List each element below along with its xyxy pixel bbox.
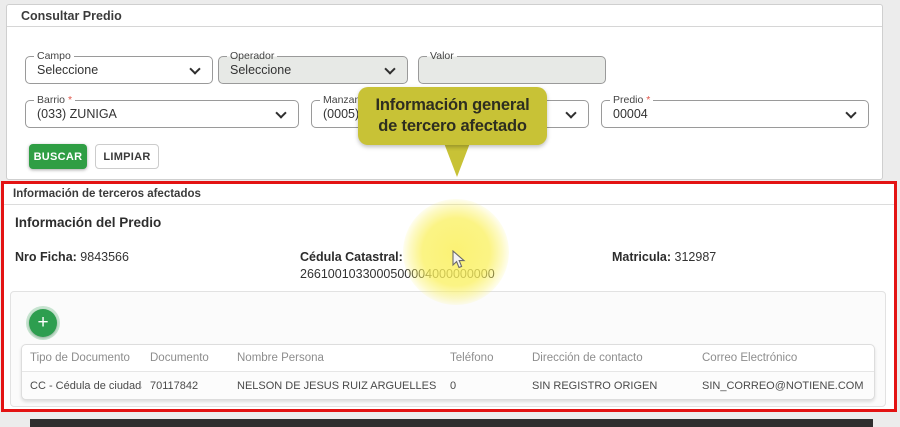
cell-telefono: 0 xyxy=(442,380,524,392)
matricula: Matricula: 312987 xyxy=(612,250,716,264)
col-header-documento: Documento xyxy=(142,352,229,364)
consultar-predio-title: Consultar Predio xyxy=(7,5,882,27)
tooltip-arrow xyxy=(444,143,470,177)
predio-select[interactable]: Predio * 00004 xyxy=(601,100,869,128)
cedula-catastral-label: Cédula Catastral: xyxy=(300,250,403,264)
barrio-label: Barrio * xyxy=(34,94,75,107)
chevron-down-icon xyxy=(845,107,856,118)
required-asterisk: * xyxy=(68,94,72,106)
required-asterisk: * xyxy=(646,94,650,106)
tooltip-text-line1: Información general xyxy=(376,95,530,116)
valor-input[interactable]: Valor xyxy=(418,56,606,84)
predio-label: Predio * xyxy=(610,94,653,107)
terceros-table: Tipo de Documento Documento Nombre Perso… xyxy=(21,344,875,400)
cell-nombre-persona: NELSON DE JESUS RUIZ ARGUELLES xyxy=(229,380,442,392)
campo-select[interactable]: Campo Seleccione xyxy=(25,56,213,84)
cell-tipo-documento: CC - Cédula de ciudadanía xyxy=(22,380,142,392)
campo-label: Campo xyxy=(34,50,74,63)
nro-ficha: Nro Ficha: 9843566 xyxy=(15,250,129,264)
cell-documento: 70117842 xyxy=(142,380,229,392)
matricula-label: Matricula: xyxy=(612,250,671,264)
valor-label: Valor xyxy=(427,50,457,63)
table-row[interactable]: CC - Cédula de ciudadanía 70117842 NELSO… xyxy=(22,372,874,399)
chevron-down-icon xyxy=(384,63,395,74)
terceros-list-panel: + Tipo de Documento Documento Nombre Per… xyxy=(10,291,886,407)
col-header-telefono: Teléfono xyxy=(442,352,524,364)
page-background: Consultar Predio Campo Seleccione Operad… xyxy=(0,0,900,427)
buscar-button[interactable]: BUSCAR xyxy=(29,144,87,169)
barrio-select[interactable]: Barrio * (033) ZUNIGA xyxy=(25,100,299,128)
chevron-down-icon xyxy=(565,107,576,118)
operador-label: Operador xyxy=(227,50,277,63)
cedula-catastral: Cédula Catastral: xyxy=(300,250,403,264)
mouse-cursor-icon xyxy=(452,250,466,274)
col-header-direccion: Dirección de contacto xyxy=(524,352,694,364)
cell-direccion: SIN REGISTRO ORIGEN xyxy=(524,380,694,392)
nro-ficha-value: 9843566 xyxy=(80,250,129,264)
operador-value: Seleccione xyxy=(230,63,291,77)
matricula-value: 312987 xyxy=(675,250,717,264)
col-header-nombre-persona: Nombre Persona xyxy=(229,352,442,364)
tooltip-text-line2: de tercero afectado xyxy=(378,116,526,137)
terceros-section-title: Información de terceros afectados xyxy=(4,184,894,205)
cell-correo: SIN_CORREO@NOTIENE.COM xyxy=(694,380,874,392)
barrio-value: (033) ZUNIGA xyxy=(37,107,117,121)
table-header-row: Tipo de Documento Documento Nombre Perso… xyxy=(22,345,874,372)
predio-value: 00004 xyxy=(613,107,648,121)
terceros-afectados-section: Información de terceros afectados Inform… xyxy=(1,181,897,412)
tooltip-informacion-general: Información general de tercero afectado xyxy=(358,87,547,145)
chevron-down-icon xyxy=(189,63,200,74)
campo-value: Seleccione xyxy=(37,63,98,77)
col-header-correo: Correo Electrónico xyxy=(694,352,874,364)
col-header-tipo-documento: Tipo de Documento xyxy=(22,352,142,364)
operador-select[interactable]: Operador Seleccione xyxy=(218,56,408,84)
plus-icon: + xyxy=(37,312,48,333)
nro-ficha-label: Nro Ficha: xyxy=(15,250,77,264)
add-tercero-button[interactable]: + xyxy=(29,309,57,337)
limpiar-button[interactable]: LIMPIAR xyxy=(95,144,159,169)
chevron-down-icon xyxy=(275,107,286,118)
informacion-del-predio-title: Información del Predio xyxy=(15,215,161,230)
bottom-bar xyxy=(30,419,873,427)
